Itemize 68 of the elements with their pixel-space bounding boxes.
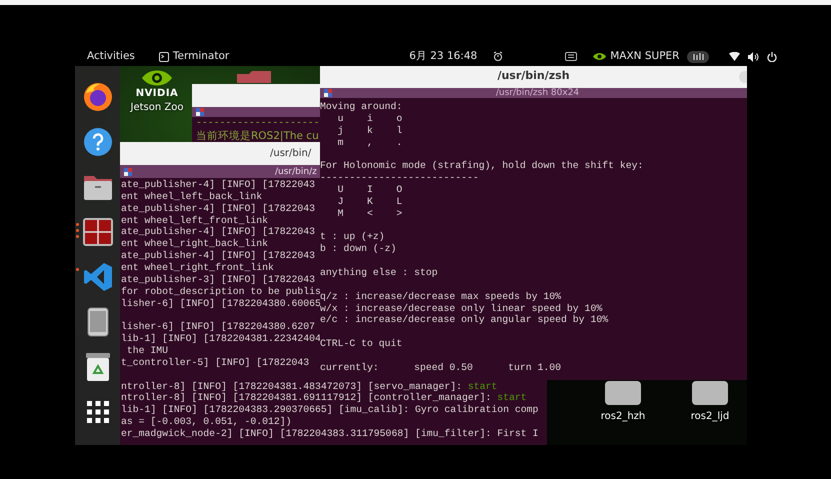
alarm-icon [493,51,504,62]
firefox-icon[interactable] [82,80,114,112]
terminal-line: For Holonomic mode (strafing), hold down the shift key: [320,160,644,172]
terminal-line: lib-1] [INFO] [1782204383.290370665] [imu_calib]: Gyro calibration comp [121,404,538,416]
terminal-line: anything else : stop [320,267,438,279]
terminal-line: ate_publisher-4] [INFO] [17822043 [121,226,316,238]
icon-label[interactable]: Jetson Zoo [130,100,184,115]
terminal-grid-icon[interactable] [82,216,114,248]
recycle-bin-icon[interactable] [84,352,110,382]
eye-logo-icon[interactable] [593,52,606,61]
app-grid-icon[interactable] [86,400,108,422]
terminal-line: ntroller-8] [INFO] [1782204381.483472073] [servo_manager]: start [121,380,498,392]
tab-title[interactable]: /usr/bin/z [275,166,317,176]
terminal-line: 当前环境是ROS2|The cu [196,129,319,144]
volume-icon[interactable] [748,52,760,62]
app-menu[interactable]: Terminator [172,48,230,64]
terminal-line: ent wheel_left_front_link [121,214,268,226]
terminal-line: q/z : increase/decrease max speeds by 10% [320,290,562,303]
window-title: /usr/bin/ [270,147,312,161]
terminal-line: er_madgwick_node-2] [INFO] [1782204383.311795068] [imu_filter]: First I [121,428,538,440]
terminal-line: lib-1] [INFO] [1782204381.22342404 [121,333,321,344]
terminal-line: as = [-0.003, 0.051, -0.012]) [121,416,292,428]
code-editor-icon[interactable] [82,262,112,292]
power-mode-label[interactable]: MAXN SUPER [610,48,680,64]
eye-logo-icon [142,68,172,88]
terminal-line: U I O [336,184,402,196]
terminal-line: ate_publisher-4] [INFO] [17822043 [121,202,316,215]
terminal-line: ntroller-8] [INFO] [1782204381.691117912] [controller_manager]: start [121,392,527,404]
tablet-icon[interactable] [86,306,108,336]
terminal-line: the IMU [126,345,168,357]
terminal-line: u i o [336,112,402,125]
terminal-line: M < > [336,208,402,220]
tab-title[interactable]: /usr/bin/zsh 80x24 [496,88,580,98]
terminal-line: t : up (+z) [320,231,385,244]
terminal-line: ent wheel_left_back_link [121,190,262,203]
terminal-icon [158,52,169,62]
help-icon[interactable] [82,126,112,156]
terminal-line: m , . [336,136,402,148]
window-title: /usr/bin/zsh [497,68,570,84]
clock[interactable]: 6月 23 16:48 [409,48,478,64]
terminal-line: b : down (-z) [320,243,396,256]
terminal-line: e/c : increase/decrease only angular speed by 10% [320,314,608,326]
divider-line: --------------------- [196,117,320,129]
terminal-line: currently: speed 0.50 turn 1.00 [320,362,562,374]
terminal-line: w/x : increase/decrease only linear speed by 10% [320,302,602,314]
terminal-line: ate_publisher-3] [INFO] [17822043 [121,274,316,286]
icon-label[interactable]: ros2_hzh [600,409,646,424]
terminal-line: J K L [336,196,402,208]
indicator-icon[interactable] [687,50,710,62]
keyboard-icon[interactable] [565,52,578,61]
terminal-line: t_controller-5] [INFO] [17822043 [121,356,310,369]
icon-label[interactable]: ros2_ljd [690,409,730,424]
logo-text: NVIDIA [136,88,178,100]
terminal-line: --------------------------- [320,172,479,184]
terminal-line: ent wheel_right_front_link [121,262,274,274]
terminal-line: ent wheel_right_back_link [121,238,268,250]
activities-button[interactable]: Activities [87,48,135,64]
terminal-grid-icon [124,168,132,176]
terminal-line: for robot_description to be publis [121,286,321,297]
power-icon[interactable] [767,52,778,62]
terminal-line: ate_publisher-4] [INFO] [17822043 [121,179,316,191]
wifi-icon[interactable] [729,52,740,61]
terminal-line: Moving around: [320,101,402,113]
terminal-line: CTRL-C to quit [320,338,402,350]
terminal-line: lisher-6] [INFO] [1782204380.6207 [121,321,316,334]
terminal-line: lisher-6] [INFO] [1782204380.60065 [121,298,321,309]
terminal-line: ate_publisher-4] [INFO] [17822043 [121,250,316,262]
terminal-line: j k l [336,124,402,137]
